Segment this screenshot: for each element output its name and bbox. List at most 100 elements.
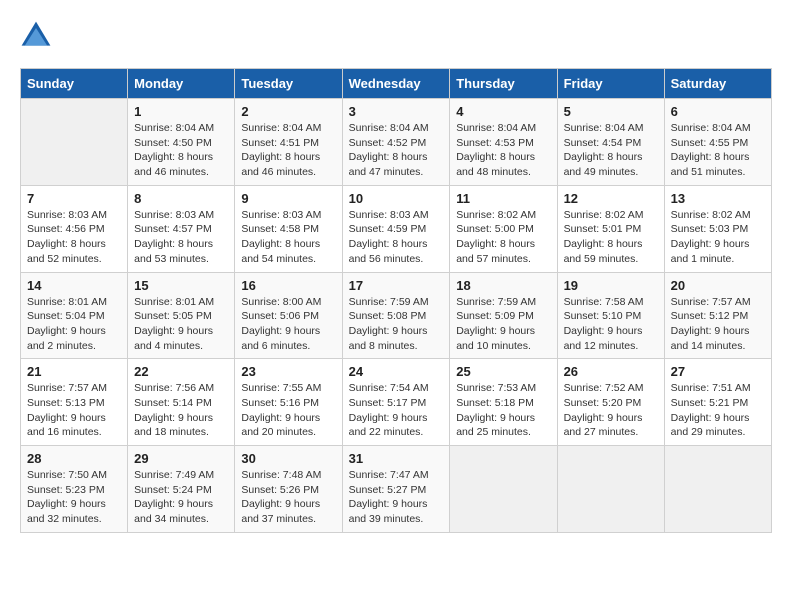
day-info: Sunrise: 7:59 AMSunset: 5:08 PMDaylight:… (349, 295, 444, 354)
day-number: 2 (241, 104, 335, 119)
week-row-4: 21 Sunrise: 7:57 AMSunset: 5:13 PMDayligh… (21, 359, 772, 446)
day-cell: 8 Sunrise: 8:03 AMSunset: 4:57 PMDaylight… (128, 185, 235, 272)
day-cell: 29 Sunrise: 7:49 AMSunset: 5:24 PMDayligh… (128, 446, 235, 533)
week-row-2: 7 Sunrise: 8:03 AMSunset: 4:56 PMDaylight… (21, 185, 772, 272)
day-number: 3 (349, 104, 444, 119)
day-number: 31 (349, 451, 444, 466)
day-cell: 4Sunrise: 8:04 AMSunset: 4:53 PMDaylight… (450, 99, 557, 186)
day-info: Sunrise: 8:04 AMSunset: 4:55 PMDaylight:… (671, 121, 765, 180)
day-cell: 24Sunrise: 7:54 AMSunset: 5:17 PMDayligh… (342, 359, 450, 446)
day-number: 8 (134, 191, 228, 206)
column-header-wednesday: Wednesday (342, 69, 450, 99)
day-cell: 18 Sunrise: 7:59 AMSunset: 5:09 PMDayligh… (450, 272, 557, 359)
day-info: Sunrise: 8:01 AMSunset: 5:04 PMDaylight:… (27, 295, 121, 354)
day-info: Sunrise: 7:59 AMSunset: 5:09 PMDaylight:… (456, 295, 550, 354)
day-info: Sunrise: 7:57 AMSunset: 5:13 PMDaylight:… (27, 381, 121, 440)
day-info: Sunrise: 7:49 AMSunset: 5:24 PMDaylight:… (134, 468, 228, 527)
day-number: 19 (564, 278, 658, 293)
day-number: 29 (134, 451, 228, 466)
day-number: 5 (564, 104, 658, 119)
column-header-thursday: Thursday (450, 69, 557, 99)
day-cell: 20Sunrise: 7:57 AMSunset: 5:12 PMDayligh… (664, 272, 771, 359)
day-number: 15 (134, 278, 228, 293)
day-number: 28 (27, 451, 121, 466)
day-info: Sunrise: 8:02 AMSunset: 5:01 PMDaylight:… (564, 208, 658, 267)
day-cell: 22 Sunrise: 7:56 AMSunset: 5:14 PMDayligh… (128, 359, 235, 446)
week-row-5: 28 Sunrise: 7:50 AMSunset: 5:23 PMDayligh… (21, 446, 772, 533)
day-info: Sunrise: 7:53 AMSunset: 5:18 PMDaylight:… (456, 381, 550, 440)
week-row-1: 1Sunrise: 8:04 AMSunset: 4:50 PMDaylight… (21, 99, 772, 186)
day-number: 6 (671, 104, 765, 119)
week-row-3: 14 Sunrise: 8:01 AMSunset: 5:04 PMDayligh… (21, 272, 772, 359)
day-cell: 31 Sunrise: 7:47 AMSunset: 5:27 PMDayligh… (342, 446, 450, 533)
day-number: 23 (241, 364, 335, 379)
day-info: Sunrise: 8:02 AMSunset: 5:03 PMDaylight:… (671, 208, 765, 267)
column-header-saturday: Saturday (664, 69, 771, 99)
day-cell (450, 446, 557, 533)
day-cell: 30 Sunrise: 7:48 AMSunset: 5:26 PMDayligh… (235, 446, 342, 533)
day-cell: 21 Sunrise: 7:57 AMSunset: 5:13 PMDayligh… (21, 359, 128, 446)
day-info: Sunrise: 7:55 AMSunset: 5:16 PMDaylight:… (241, 381, 335, 440)
day-number: 11 (456, 191, 550, 206)
day-info: Sunrise: 7:48 AMSunset: 5:26 PMDaylight:… (241, 468, 335, 527)
day-number: 10 (349, 191, 444, 206)
day-info: Sunrise: 8:03 AMSunset: 4:59 PMDaylight:… (349, 208, 444, 267)
day-cell: 15 Sunrise: 8:01 AMSunset: 5:05 PMDayligh… (128, 272, 235, 359)
day-number: 17 (349, 278, 444, 293)
day-number: 14 (27, 278, 121, 293)
day-info: Sunrise: 8:00 AMSunset: 5:06 PMDaylight:… (241, 295, 335, 354)
day-cell: 23 Sunrise: 7:55 AMSunset: 5:16 PMDayligh… (235, 359, 342, 446)
logo-icon (20, 20, 52, 52)
day-info: Sunrise: 7:50 AMSunset: 5:23 PMDaylight:… (27, 468, 121, 527)
day-cell (557, 446, 664, 533)
day-cell: 1Sunrise: 8:04 AMSunset: 4:50 PMDaylight… (128, 99, 235, 186)
day-number: 21 (27, 364, 121, 379)
day-cell: 11 Sunrise: 8:02 AMSunset: 5:00 PMDayligh… (450, 185, 557, 272)
day-cell: 16 Sunrise: 8:00 AMSunset: 5:06 PMDayligh… (235, 272, 342, 359)
day-info: Sunrise: 8:03 AMSunset: 4:58 PMDaylight:… (241, 208, 335, 267)
day-cell: 10 Sunrise: 8:03 AMSunset: 4:59 PMDayligh… (342, 185, 450, 272)
day-info: Sunrise: 8:04 AMSunset: 4:53 PMDaylight:… (456, 121, 550, 180)
day-info: Sunrise: 8:04 AMSunset: 4:50 PMDaylight:… (134, 121, 228, 180)
day-cell: 28 Sunrise: 7:50 AMSunset: 5:23 PMDayligh… (21, 446, 128, 533)
day-info: Sunrise: 7:51 AMSunset: 5:21 PMDaylight:… (671, 381, 765, 440)
day-info: Sunrise: 8:02 AMSunset: 5:00 PMDaylight:… (456, 208, 550, 267)
day-number: 16 (241, 278, 335, 293)
day-cell: 6 Sunrise: 8:04 AMSunset: 4:55 PMDaylight… (664, 99, 771, 186)
day-cell: 25Sunrise: 7:53 AMSunset: 5:18 PMDayligh… (450, 359, 557, 446)
day-number: 27 (671, 364, 765, 379)
day-info: Sunrise: 8:01 AMSunset: 5:05 PMDaylight:… (134, 295, 228, 354)
day-number: 9 (241, 191, 335, 206)
day-cell: 27 Sunrise: 7:51 AMSunset: 5:21 PMDayligh… (664, 359, 771, 446)
day-cell: 2 Sunrise: 8:04 AMSunset: 4:51 PMDaylight… (235, 99, 342, 186)
day-info: Sunrise: 7:47 AMSunset: 5:27 PMDaylight:… (349, 468, 444, 527)
day-cell: 5Sunrise: 8:04 AMSunset: 4:54 PMDaylight… (557, 99, 664, 186)
column-header-monday: Monday (128, 69, 235, 99)
day-cell: 3 Sunrise: 8:04 AMSunset: 4:52 PMDaylight… (342, 99, 450, 186)
day-cell: 26 Sunrise: 7:52 AMSunset: 5:20 PMDayligh… (557, 359, 664, 446)
day-number: 24 (349, 364, 444, 379)
day-info: Sunrise: 8:04 AMSunset: 4:52 PMDaylight:… (349, 121, 444, 180)
day-number: 13 (671, 191, 765, 206)
day-cell: 14 Sunrise: 8:01 AMSunset: 5:04 PMDayligh… (21, 272, 128, 359)
day-cell: 7 Sunrise: 8:03 AMSunset: 4:56 PMDaylight… (21, 185, 128, 272)
header-row: SundayMondayTuesdayWednesdayThursdayFrid… (21, 69, 772, 99)
day-cell (664, 446, 771, 533)
day-info: Sunrise: 7:57 AMSunset: 5:12 PMDaylight:… (671, 295, 765, 354)
day-info: Sunrise: 8:04 AMSunset: 4:51 PMDaylight:… (241, 121, 335, 180)
day-info: Sunrise: 7:52 AMSunset: 5:20 PMDaylight:… (564, 381, 658, 440)
day-cell: 13 Sunrise: 8:02 AMSunset: 5:03 PMDayligh… (664, 185, 771, 272)
day-number: 26 (564, 364, 658, 379)
day-number: 7 (27, 191, 121, 206)
day-cell (21, 99, 128, 186)
day-info: Sunrise: 7:56 AMSunset: 5:14 PMDaylight:… (134, 381, 228, 440)
day-info: Sunrise: 8:03 AMSunset: 4:57 PMDaylight:… (134, 208, 228, 267)
day-number: 22 (134, 364, 228, 379)
column-header-tuesday: Tuesday (235, 69, 342, 99)
day-cell: 17 Sunrise: 7:59 AMSunset: 5:08 PMDayligh… (342, 272, 450, 359)
day-number: 18 (456, 278, 550, 293)
day-number: 12 (564, 191, 658, 206)
day-info: Sunrise: 8:03 AMSunset: 4:56 PMDaylight:… (27, 208, 121, 267)
calendar-table: SundayMondayTuesdayWednesdayThursdayFrid… (20, 68, 772, 533)
day-number: 30 (241, 451, 335, 466)
